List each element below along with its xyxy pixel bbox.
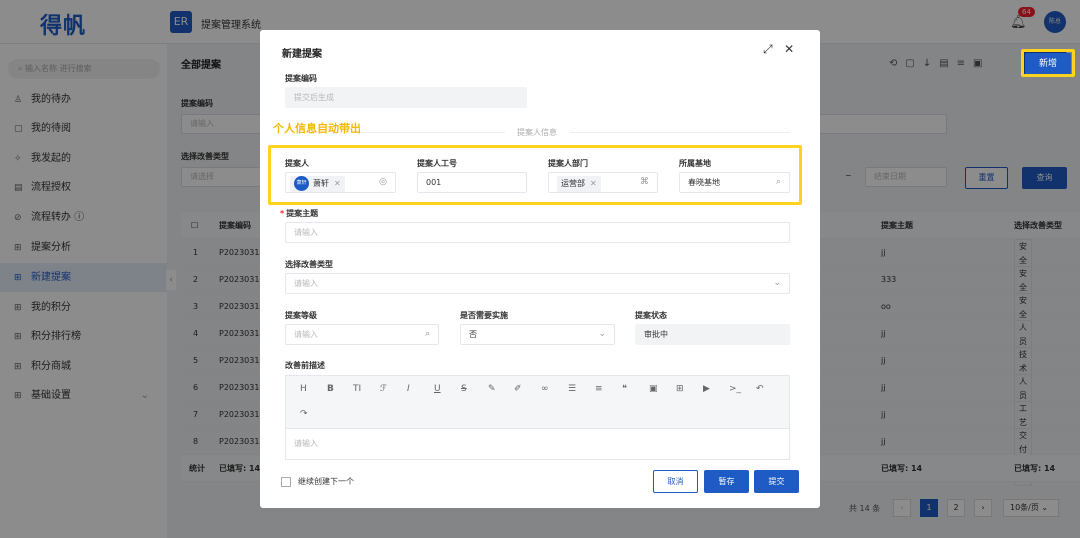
rich-text-editor[interactable]: H B TI ℱ I U S ✎ ✐ ∞ ☰ ≡ ❝ ▣ ⊞ ▶ >_ ↶ ↷ … [285,375,790,460]
italic-icon[interactable]: I [407,384,410,394]
proposer-label: 提案人 [285,159,309,168]
desc-label: 改善前描述 [285,361,325,370]
image-icon[interactable]: ▣ [649,384,658,394]
code-icon[interactable]: >_ [729,384,741,394]
proposer-avatar: 萧轩 [294,176,309,191]
editor-toolbar: H B TI ℱ I U S ✎ ✐ ∞ ☰ ≡ ❝ ▣ ⊞ ▶ >_ ↶ ↷ [286,376,789,429]
underline-icon[interactable]: U [434,384,441,394]
base-field[interactable]: 春晓基地 ⌕ [679,172,790,193]
dialog-controls: ⤢ ✕ [763,42,794,57]
dept-chip: 运营部 ✕ [557,176,601,192]
implement-select[interactable]: 否 ⌄ [460,324,615,345]
type-placeholder: 请输入 [294,279,318,288]
proposer-info-divider: 提案人信息 [517,128,557,137]
auto-fill-annotation: 个人信息自动带出 [273,120,361,136]
remove-dept-icon[interactable]: ✕ [590,179,597,188]
level-label: 提案等级 [285,311,317,320]
heading-icon[interactable]: H [300,384,307,394]
divider-right [570,132,790,133]
table-icon[interactable]: ⊞ [676,384,684,394]
subject-input[interactable]: 请输入 [285,222,790,243]
fullscreen-icon[interactable]: ⤢ [763,42,773,56]
dept-value: 运营部 [561,179,585,188]
proposer-chip: 萧轩 萧轩 ✕ [290,176,345,192]
align-icon[interactable]: ≡ [595,384,603,394]
redo-icon[interactable]: ↷ [300,409,308,419]
font-family-icon[interactable]: ℱ [380,384,387,394]
implement-value: 否 [469,330,477,339]
color-icon[interactable]: ✐ [514,384,522,394]
new-proposal-dialog: 新建提案 ⤢ ✕ 提案编码 提交后生成 提案人信息 个人信息自动带出 提案人 萧… [260,30,820,508]
user-select-icon[interactable]: ◎ [379,173,387,192]
dialog-title: 新建提案 [282,49,322,60]
link-icon[interactable]: ∞ [541,384,549,394]
video-icon[interactable]: ▶ [703,384,710,394]
status-value: 审批中 [644,330,668,339]
org-tree-icon[interactable]: ⌘ [640,173,649,192]
font-size-icon[interactable]: TI [353,384,361,394]
type-select[interactable]: 请输入 ⌄ [285,273,790,294]
subject-label-text: 提案主题 [286,209,319,218]
strikethrough-icon[interactable]: S [461,384,467,394]
empno-value: 001 [426,178,442,187]
continue-create-label: 继续创建下一个 [298,477,354,486]
base-label: 所属基地 [679,159,711,168]
save-draft-button[interactable]: 暂存 [704,470,749,493]
search-icon[interactable]: ⌕ [425,325,430,344]
dept-label: 提案人部门 [548,159,588,168]
required-mark: * [280,209,285,218]
status-label: 提案状态 [635,311,667,320]
code-value: 提交后生成 [294,93,334,102]
bold-icon[interactable]: B [327,384,334,394]
list-icon[interactable]: ☰ [568,384,576,394]
proposer-name: 萧轩 [313,179,329,188]
continue-create-checkbox[interactable] [281,477,291,487]
search-icon[interactable]: ⌕ [776,173,781,192]
status-field: 审批中 [635,324,790,345]
proposer-field[interactable]: 萧轩 萧轩 ✕ ◎ [285,172,396,193]
highlight-icon[interactable]: ✎ [488,384,496,394]
empno-field[interactable]: 001 [417,172,527,193]
quote-icon[interactable]: ❝ [622,384,627,394]
implement-label: 是否需要实施 [460,311,508,320]
chevron-down-icon: ⌄ [598,329,606,339]
level-placeholder: 请输入 [294,330,318,339]
subject-placeholder: 请输入 [294,228,318,237]
submit-button[interactable]: 提交 [754,470,799,493]
undo-icon[interactable]: ↶ [756,384,764,394]
new-button-highlight [1021,49,1075,77]
cancel-button[interactable]: 取消 [653,470,698,493]
remove-chip-icon[interactable]: ✕ [334,179,341,188]
close-icon[interactable]: ✕ [784,42,794,56]
chevron-down-icon: ⌄ [773,278,781,288]
code-field: 提交后生成 [285,87,527,108]
type-label: 选择改善类型 [285,260,333,269]
code-label: 提案编码 [285,74,317,83]
editor-placeholder: 请输入 [294,439,318,448]
empno-label: 提案人工号 [417,159,457,168]
dept-field[interactable]: 运营部 ✕ ⌘ [548,172,658,193]
subject-label: * 提案主题 [280,208,318,219]
level-input[interactable]: 请输入 ⌕ [285,324,439,345]
base-value: 春晓基地 [688,178,720,187]
